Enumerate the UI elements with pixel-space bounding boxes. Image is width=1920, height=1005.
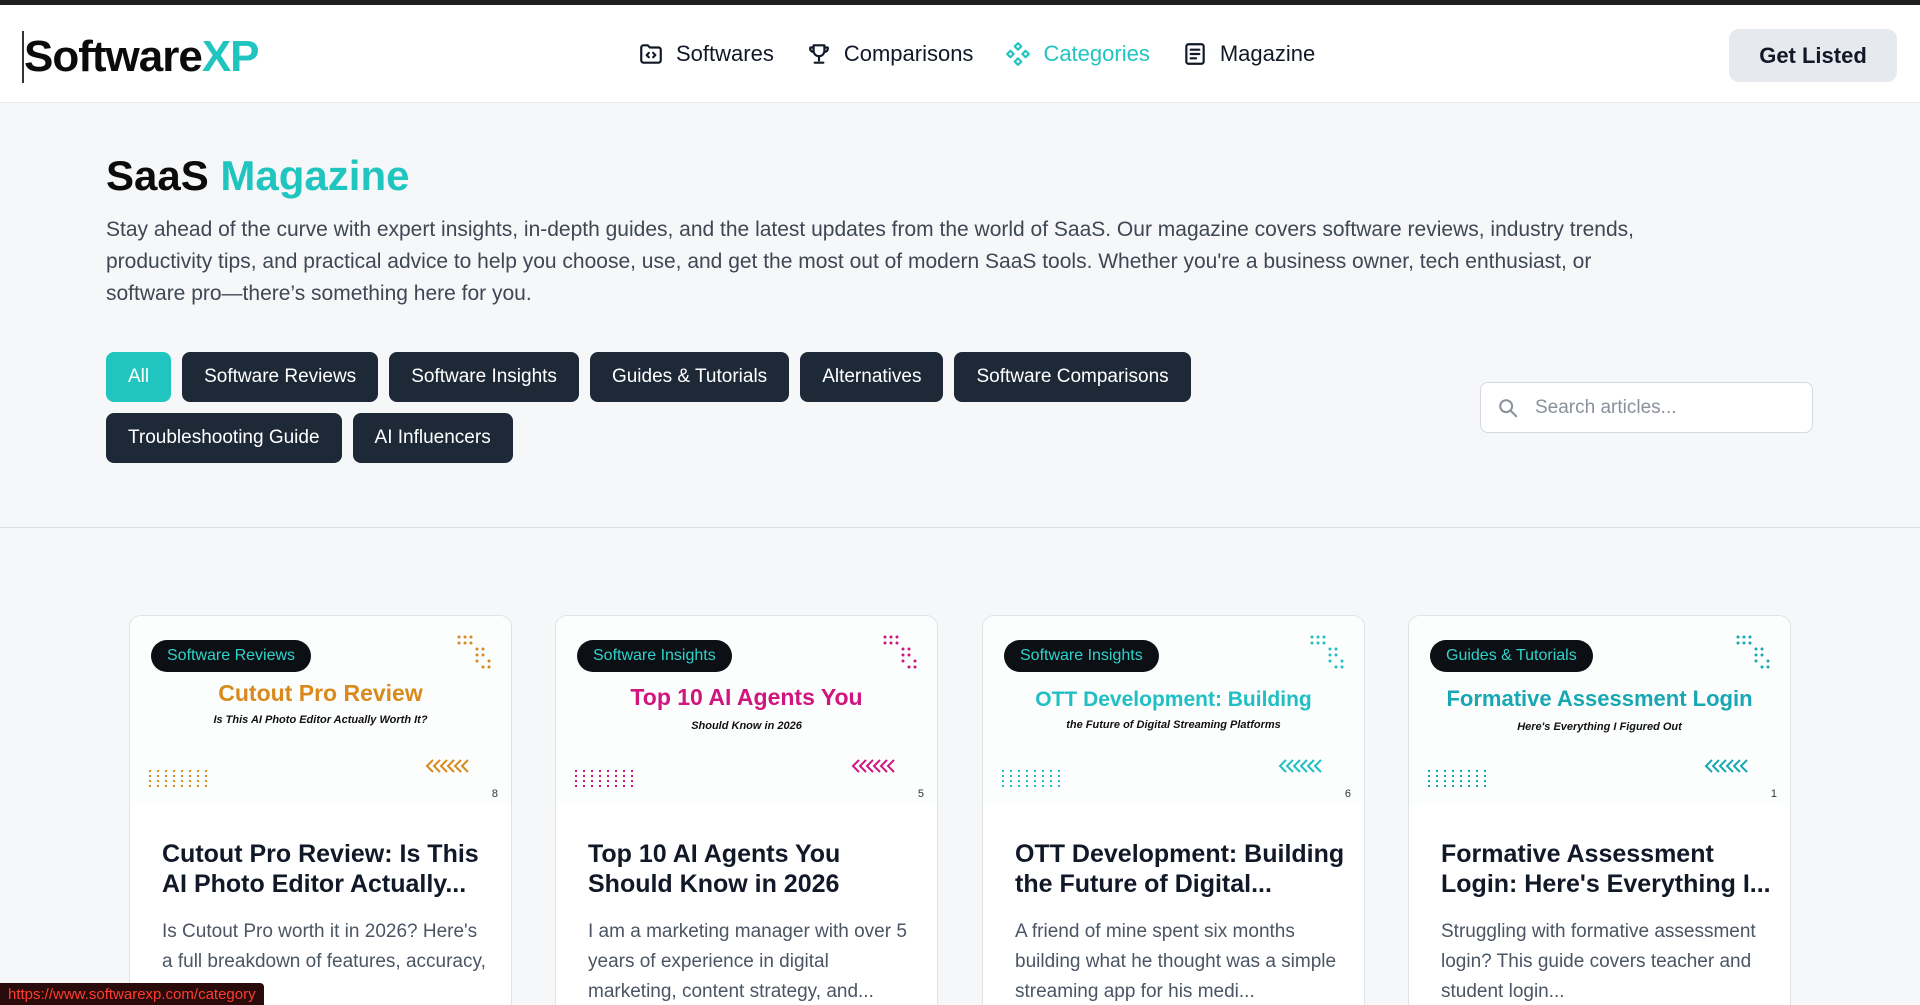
nav-label: Comparisons (843, 41, 974, 66)
search-input[interactable] (1535, 391, 1795, 425)
nav-label: Softwares (676, 41, 774, 66)
filter-guides-tutorials[interactable]: Guides & Tutorials (589, 352, 790, 402)
thumbnail-subtitle: Is This AI Photo Editor Actually Worth I… (213, 714, 428, 726)
chevrons-icon (1278, 759, 1322, 773)
chevrons-icon (851, 759, 895, 773)
thumbnail-number: 1 (1770, 788, 1777, 800)
nav-item-softwares[interactable]: Softwares (638, 39, 774, 69)
thumbnail-subtitle: Should Know in 2026 (691, 720, 802, 732)
dot-pattern (883, 635, 917, 669)
article-title[interactable]: OTT Development: Building the Future of … (1015, 839, 1345, 899)
nav-label: Magazine (1219, 41, 1316, 66)
article-excerpt: I am a marketing manager with over 5 yea… (588, 921, 907, 1002)
get-listed-button[interactable]: Get Listed (1729, 29, 1897, 82)
thumbnail-title: OTT Development: Building (1035, 688, 1312, 711)
article-excerpt: A friend of mine spent six months buildi… (1015, 921, 1337, 1002)
thumbnail-number: 8 (491, 788, 498, 800)
site-logo[interactable]: SoftwareXP (22, 31, 260, 83)
diamond-grid-icon (1006, 42, 1031, 66)
article-thumbnail: Software Insights OTT Development: Build… (983, 616, 1364, 806)
thumbnail-title: Top 10 AI Agents You (630, 684, 863, 710)
filter-software-comparisons[interactable]: Software Comparisons (954, 352, 1191, 402)
thumbnail-subtitle: the Future of Digital Streaming Platform… (1066, 719, 1281, 731)
dot-pattern (1736, 635, 1770, 669)
document-icon (1185, 43, 1205, 65)
logo-text: Software (24, 32, 203, 81)
thumbnail-number: 5 (917, 788, 924, 800)
category-badge: Software Insights (577, 640, 732, 672)
article-excerpt: Struggling with formative assessment log… (1441, 921, 1756, 1002)
filter-troubleshooting-guide[interactable]: Troubleshooting Guide (106, 413, 342, 463)
article-thumbnail: Software Reviews Cutout Pro Review Is Th… (130, 616, 511, 806)
article-title[interactable]: Top 10 AI Agents You Should Know in 2026 (588, 839, 918, 899)
filter-software-insights[interactable]: Software Insights (389, 352, 579, 402)
link-status-url: https://www.softwarexp.com/category (0, 983, 264, 1005)
dot-pattern (149, 770, 207, 790)
dot-pattern (1002, 770, 1060, 790)
article-thumbnail: Software Insights Top 10 AI Agents You S… (556, 616, 937, 806)
thumbnail-subtitle: Here's Everything I Figured Out (1517, 721, 1682, 733)
article-thumbnail: Guides & Tutorials Formative Assessment … (1409, 616, 1790, 806)
site-header: SoftwareXP Softwares Comparisons Categor… (0, 5, 1920, 103)
search-box (1480, 382, 1813, 433)
page-description: Stay ahead of the curve with expert insi… (106, 218, 1634, 305)
thumbnail-title: Cutout Pro Review (218, 680, 423, 706)
page-title-main: SaaS (106, 152, 209, 199)
filter-ai-influencers[interactable]: AI Influencers (352, 413, 513, 463)
dot-pattern (1310, 635, 1344, 669)
thumbnail-title: Formative Assessment Login (1446, 686, 1753, 711)
nav-item-magazine[interactable]: Magazine (1182, 39, 1315, 69)
chevrons-icon (425, 759, 469, 773)
article-card[interactable]: Guides & Tutorials Formative Assessment … (1408, 615, 1791, 1005)
thumbnail-number: 6 (1344, 788, 1351, 800)
article-card[interactable]: Software Insights OTT Development: Build… (982, 615, 1365, 1005)
main-nav: Softwares Comparisons Categories Magazin… (638, 39, 1315, 69)
filter-software-reviews[interactable]: Software Reviews (182, 352, 379, 402)
category-badge: Software Reviews (151, 640, 312, 672)
filter-alternatives[interactable]: Alternatives (800, 352, 944, 402)
search-icon (1499, 399, 1518, 418)
nav-item-categories[interactable]: Categories (1005, 39, 1150, 69)
nav-item-comparisons[interactable]: Comparisons (806, 39, 974, 69)
category-filters: All Software Reviews Software Insights G… (106, 352, 1256, 463)
page-title-accent: Magazine (220, 152, 410, 199)
section-divider (0, 527, 1920, 528)
article-title[interactable]: Formative Assessment Login: Here's Every… (1441, 839, 1771, 899)
article-card[interactable]: Software Insights Top 10 AI Agents You S… (555, 615, 938, 1005)
category-badge: Software Insights (1004, 640, 1159, 672)
article-title[interactable]: Cutout Pro Review: Is This AI Photo Edit… (162, 839, 492, 899)
dot-pattern (575, 770, 633, 790)
filter-all[interactable]: All (106, 352, 172, 402)
category-badge: Guides & Tutorials (1430, 640, 1593, 672)
page-title: SaaS Magazine (106, 152, 409, 200)
trophy-icon (808, 44, 829, 64)
chevrons-icon (1704, 759, 1748, 773)
article-card[interactable]: Software Reviews Cutout Pro Review Is Th… (129, 615, 512, 1005)
folder-code-icon (640, 44, 662, 64)
dot-pattern (1428, 770, 1486, 790)
logo-accent: XP (201, 32, 260, 81)
dot-pattern (457, 635, 491, 669)
nav-label: Categories (1043, 41, 1150, 66)
